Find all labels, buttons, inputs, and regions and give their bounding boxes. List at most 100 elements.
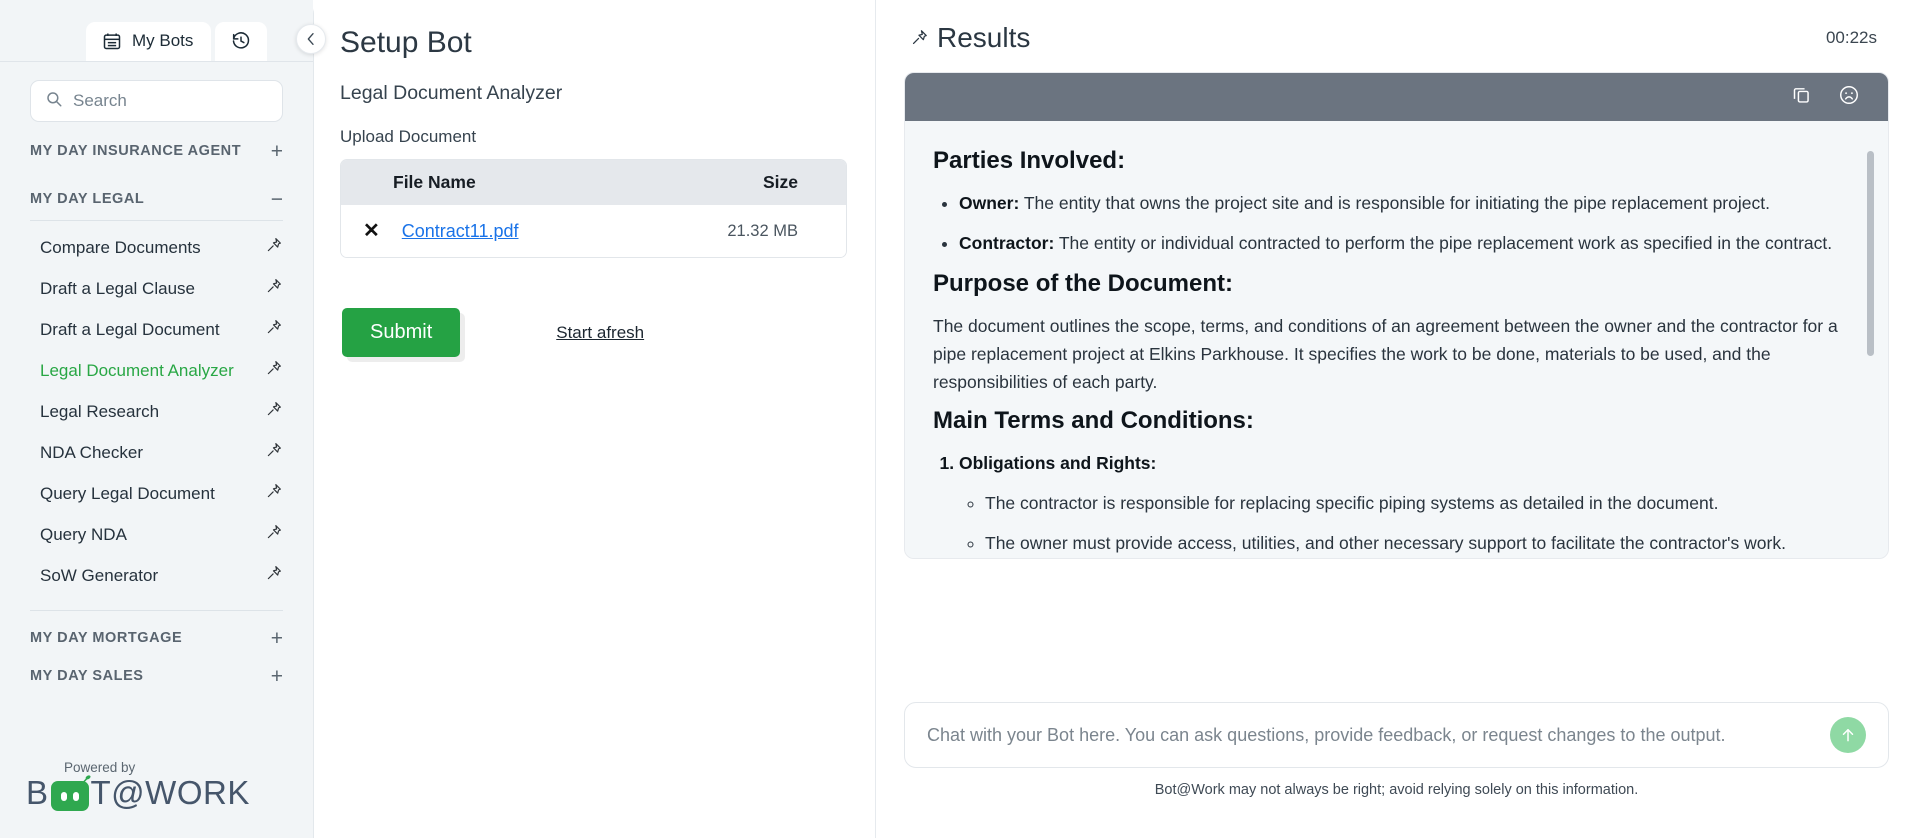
list-item: The owner must provide access, utilities… — [985, 529, 1860, 557]
party-text: The entity that owns the project site an… — [1019, 193, 1770, 213]
sad-face-icon[interactable] — [1838, 84, 1860, 111]
sidebar-item-draft-a-legal-clause[interactable]: Draft a Legal Clause — [0, 268, 313, 309]
sidebar-item-compare-documents[interactable]: Compare Documents — [0, 227, 313, 268]
party-text: The entity or individual contracted to p… — [1054, 233, 1833, 254]
sidebar-group-label: MY DAY MORTGAGE — [30, 630, 183, 646]
file-name-cell: ✕ Contract11.pdf — [363, 221, 704, 242]
sidebar-item-draft-a-legal-document[interactable]: Draft a Legal Document — [0, 309, 313, 350]
search-box[interactable] — [30, 80, 283, 122]
sidebar-item-label: Compare Documents — [40, 237, 201, 257]
tab-my-bots[interactable]: My Bots — [86, 22, 212, 61]
send-button[interactable] — [1830, 717, 1866, 753]
sidebar-item-query-legal-document[interactable]: Query Legal Document — [0, 473, 313, 514]
setup-bot-panel: Setup Bot Legal Document Analyzer Upload… — [314, 0, 876, 838]
history-icon — [231, 31, 251, 51]
term-points: The contractor is responsible for replac… — [985, 489, 1860, 558]
sidebar-item-label: Query NDA — [40, 524, 127, 544]
column-header-size: Size — [762, 172, 798, 192]
divider — [30, 220, 283, 221]
sidebar-item-label: Draft a Legal Clause — [40, 278, 195, 298]
results-panel: Results 00:22s Parties Involved: • Owner… — [876, 0, 1917, 838]
robot-icon — [50, 775, 91, 811]
sidebar-group-legal[interactable]: MY DAY LEGAL − — [0, 180, 313, 218]
brand-wordmark: B T@WORK — [26, 774, 250, 812]
chat-input-box[interactable] — [904, 702, 1889, 768]
sidebar-item-label: Draft a Legal Document — [40, 319, 220, 339]
sidebar-item-label: Query Legal Document — [40, 483, 215, 503]
sidebar-item-legal-research[interactable]: Legal Research — [0, 391, 313, 432]
sidebar-group-insurance-agent[interactable]: MY DAY INSURANCE AGENT + — [0, 132, 313, 170]
pin-icon[interactable] — [265, 236, 283, 259]
list-item: Obligations and Rights: The contractor i… — [959, 449, 1860, 558]
section-heading-purpose: Purpose of the Document: — [933, 269, 1234, 297]
sidebar-item-label: NDA Checker — [40, 442, 143, 462]
pin-icon[interactable] — [265, 482, 283, 505]
search-icon — [45, 90, 63, 113]
setup-actions: Submit Start afresh — [340, 308, 849, 357]
term-title: Obligations and Rights: — [959, 452, 1157, 473]
chat-input[interactable] — [927, 724, 1830, 746]
list-item: Owner: The entity that owns the project … — [959, 189, 1860, 217]
table-header-row: File Name Size — [341, 160, 846, 205]
collapse-icon[interactable]: − — [271, 189, 283, 210]
tab-my-bots-label: My Bots — [132, 31, 194, 50]
sidebar-item-legal-document-analyzer[interactable]: Legal Document Analyzer — [0, 350, 313, 391]
list-item: Contractor: The entity or individual con… — [959, 229, 1860, 257]
app-root: My Bots Search MY DAY INSURANCE AGENT + … — [0, 0, 1917, 838]
powered-by-label: Powered by — [64, 760, 136, 775]
sidebar-group-label: MY DAY INSURANCE AGENT — [30, 143, 242, 159]
results-title-group: Results — [910, 22, 1030, 54]
elapsed-timer: 00:22s — [1825, 28, 1877, 47]
pin-icon[interactable] — [265, 441, 283, 464]
parties-list: Owner: The entity that owns the project … — [959, 189, 1860, 258]
party-term: Owner: — [959, 193, 1020, 213]
page-title: Setup Bot — [340, 26, 472, 59]
start-afresh-link[interactable]: Start afresh — [556, 323, 644, 343]
section-heading-main-terms: Main Terms and Conditions: — [933, 406, 1254, 434]
section-heading-parties: Parties Involved: — [933, 147, 1126, 174]
sidebar-item-nda-checker[interactable]: NDA Checker — [0, 432, 313, 473]
brand-letter-b: B — [26, 774, 49, 811]
pin-icon[interactable] — [265, 400, 283, 423]
file-link[interactable]: Contract11.pdf — [402, 221, 519, 242]
expand-icon[interactable]: + — [271, 141, 283, 162]
pin-icon[interactable] — [910, 22, 929, 54]
sidebar-group-sales[interactable]: MY DAY SALES + — [0, 657, 313, 695]
party-term: Contractor: — [959, 233, 1055, 254]
search-input[interactable] — [73, 91, 268, 111]
column-header-file-name: File Name — [393, 172, 476, 192]
results-scrollbar[interactable] — [1867, 151, 1874, 558]
sidebar-item-label: SoW Generator — [40, 565, 159, 585]
file-size-cell: 21.32 MB — [727, 221, 798, 240]
pin-icon[interactable] — [265, 359, 283, 382]
expand-icon[interactable]: + — [271, 628, 283, 649]
submit-button[interactable]: Submit — [342, 308, 461, 357]
sidebar-item-label: Legal Research — [40, 401, 160, 421]
search-container — [0, 62, 313, 122]
sidebar-item-query-nda[interactable]: Query NDA — [0, 514, 313, 555]
results-header: Results 00:22s — [904, 16, 1889, 54]
sidebar-tabs: My Bots — [0, 0, 313, 62]
results-card: Parties Involved: Owner: The entity that… — [904, 72, 1889, 559]
uploaded-files-table: File Name Size ✕ Contract11.pdf 21.32 MB — [340, 159, 847, 258]
results-content: Parties Involved: Owner: The entity that… — [905, 121, 1888, 558]
remove-file-button[interactable]: ✕ — [363, 221, 380, 241]
sidebar-group-label: MY DAY LEGAL — [30, 191, 145, 207]
pin-icon[interactable] — [265, 277, 283, 300]
chevron-left-icon — [307, 33, 314, 45]
sidebar-group-mortgage[interactable]: MY DAY MORTGAGE + — [0, 619, 313, 657]
brand-logo: Powered by B T@WORK — [26, 760, 250, 812]
disclaimer-text: Bot@Work may not always be right; avoid … — [1154, 782, 1639, 798]
results-title: Results — [937, 22, 1031, 53]
pin-icon[interactable] — [265, 523, 283, 546]
results-card-toolbar — [905, 73, 1888, 121]
sidebar-collapse-button[interactable] — [296, 24, 326, 54]
tab-history[interactable] — [215, 22, 268, 61]
pin-icon[interactable] — [265, 318, 283, 341]
pin-icon[interactable] — [265, 564, 283, 587]
copy-icon[interactable] — [1791, 84, 1812, 110]
sidebar-footer: Powered by B T@WORK — [0, 760, 313, 838]
sidebar-item-sow-generator[interactable]: SoW Generator — [0, 555, 313, 596]
expand-icon[interactable]: + — [271, 666, 283, 687]
sidebar-group-label: MY DAY SALES — [30, 668, 144, 684]
